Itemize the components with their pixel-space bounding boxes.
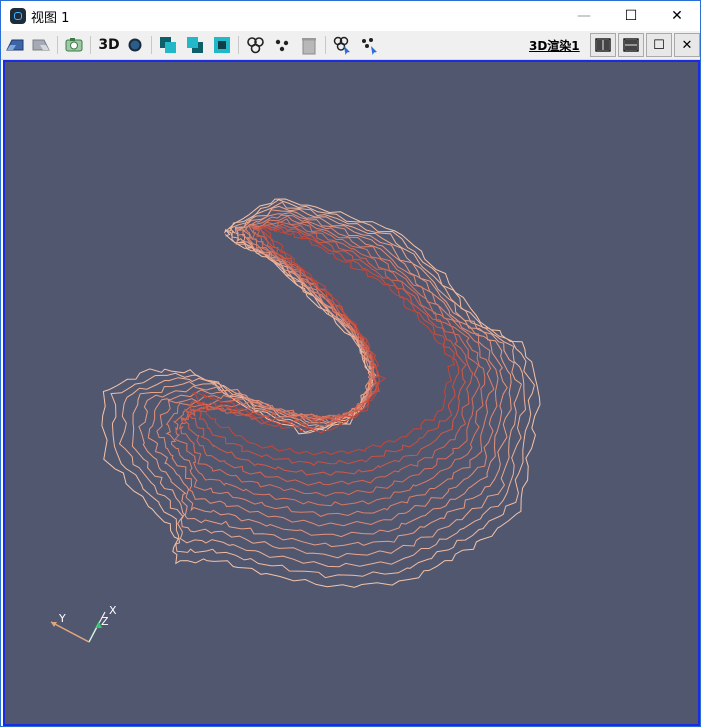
- toolbar-separator: [90, 36, 91, 54]
- toolbar-separator: [238, 36, 239, 54]
- contour-line: [165, 215, 495, 517]
- toolbar-separator: [151, 36, 152, 54]
- select-points-icon[interactable]: [271, 34, 293, 56]
- maximize-view-icon[interactable]: [211, 34, 233, 56]
- interactive-select-points-icon[interactable]: [358, 34, 380, 56]
- interactive-select-cells-icon[interactable]: [331, 34, 353, 56]
- maximize-view-button[interactable]: ☐: [646, 33, 672, 57]
- camera-undo-icon[interactable]: [4, 34, 26, 56]
- split-vertical-icon[interactable]: [157, 34, 179, 56]
- render-window: 视图 1 — ☐ ✕ 3D 3D渲染1 ☐ ✕ Y X Z: [0, 0, 701, 727]
- split-vertical-view-button[interactable]: [618, 33, 644, 57]
- axis-z-label: Z: [101, 615, 109, 628]
- contour-line: [110, 199, 535, 579]
- select-cells-icon[interactable]: [244, 34, 266, 56]
- split-horizontal-view-button[interactable]: [590, 33, 616, 57]
- close-view-button[interactable]: ✕: [674, 33, 700, 57]
- contour-line: [178, 221, 481, 497]
- screenshot-icon[interactable]: [63, 34, 85, 56]
- close-button[interactable]: ✕: [654, 1, 700, 31]
- axis-y-label: Y: [59, 612, 66, 625]
- toolbar-separator: [57, 36, 58, 54]
- 3d-render-viewport[interactable]: Y X Z: [3, 60, 700, 726]
- 3d-toggle-button[interactable]: 3D: [96, 34, 122, 56]
- maximize-button[interactable]: ☐: [608, 1, 654, 31]
- render-view-label[interactable]: 3D渲染1: [529, 37, 580, 54]
- contour-line: [184, 226, 467, 476]
- delete-selection-icon[interactable]: [298, 34, 320, 56]
- axis-x-label: X: [109, 604, 117, 617]
- contour-line: [172, 218, 486, 507]
- minimize-button[interactable]: —: [561, 1, 607, 31]
- toolbar-separator: [325, 36, 326, 54]
- split-horizontal-icon[interactable]: [184, 34, 206, 56]
- app-icon: [10, 8, 26, 24]
- orientation-axes-icon: [50, 611, 106, 643]
- camera-redo-icon[interactable]: [30, 34, 52, 56]
- contour-line: [101, 198, 541, 588]
- render-sphere-icon[interactable]: [124, 34, 146, 56]
- title-bar[interactable]: 视图 1 — ☐ ✕: [1, 1, 700, 31]
- window-title: 视图 1: [31, 11, 70, 26]
